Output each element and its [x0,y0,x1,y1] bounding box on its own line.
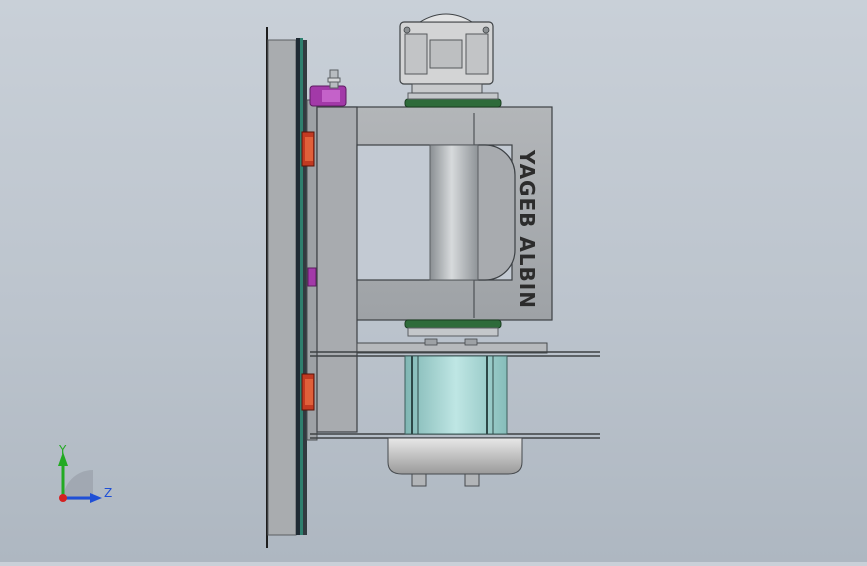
bracket-top-face [322,90,340,102]
housing-side-wall [316,106,358,433]
y-axis-label: Y [58,443,67,457]
plate-dark-strip [296,38,300,535]
base-plate-assembly [266,27,318,548]
gear-motor [399,13,494,94]
bottom-cap [387,437,523,487]
shaft-body [429,144,479,281]
drive-shaft [429,144,479,281]
clamp-lower-face [305,379,313,405]
housing-arch [474,144,516,281]
winch-drum [404,355,508,435]
plate-green-strip [300,38,303,535]
model-label: YAGEB ALBIN [515,149,539,309]
clamp-upper-face [305,137,313,161]
drum-body [404,355,508,435]
seal-bottom [404,319,502,329]
cad-viewport[interactable]: YAGEB ALBIN Y Z [0,0,867,562]
axis-triad: Y Z [58,443,112,503]
plate-rail [303,40,307,535]
z-axis-arrow [90,493,102,503]
x-axis-dot [59,494,67,502]
base-plate [267,39,297,536]
bracket-mid [307,267,317,287]
z-axis-label: Z [104,486,112,500]
seal-top [404,98,502,108]
cap-body [387,437,523,475]
cad-model-view: YAGEB ALBIN Y Z [58,13,600,548]
